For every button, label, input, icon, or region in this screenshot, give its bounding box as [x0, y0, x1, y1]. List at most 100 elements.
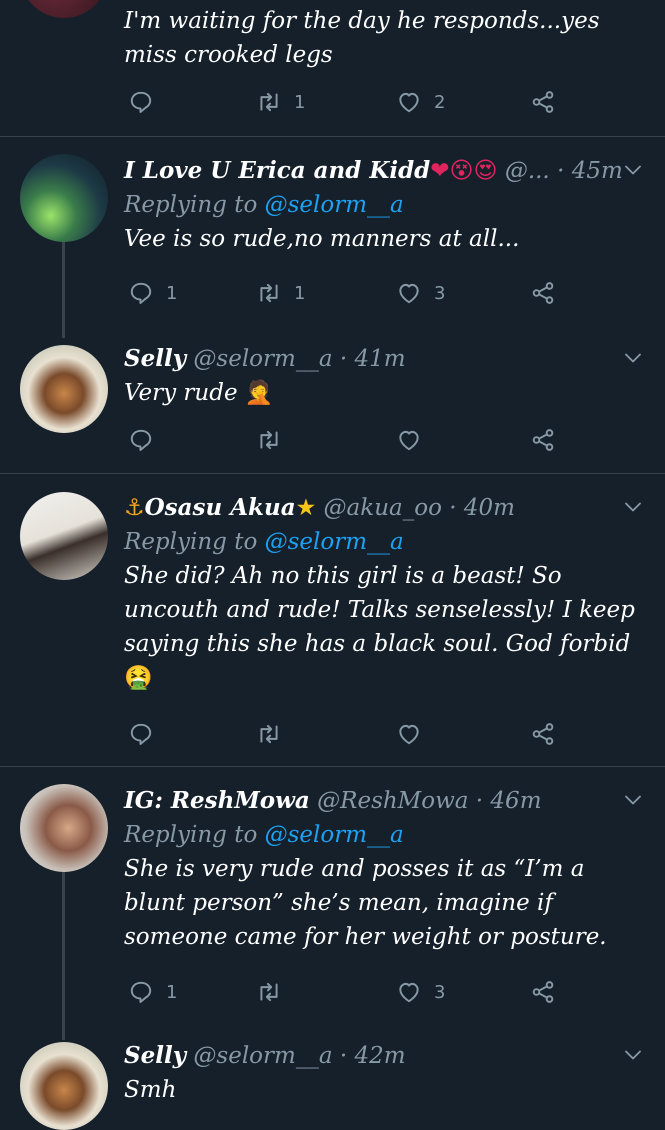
timestamp[interactable]: 45m	[572, 158, 623, 184]
reply-button[interactable]	[128, 87, 166, 117]
separator-dot: ·	[339, 1043, 348, 1069]
user-handle[interactable]: @ReshMowa	[317, 788, 468, 814]
retweet-button[interactable]	[256, 425, 282, 455]
avatar[interactable]	[20, 154, 108, 242]
retweet-icon	[256, 280, 282, 306]
tweet[interactable]: I Love U Erica and Kidd❤😵😍 @... · 45m Re…	[0, 137, 665, 337]
tweet[interactable]: Selly @selorm__a · 42m Smh	[0, 1037, 665, 1130]
chevron-down-icon[interactable]	[621, 495, 645, 519]
chevron-down-icon[interactable]	[621, 158, 645, 182]
share-button[interactable]	[530, 719, 556, 749]
retweet-button[interactable]: 1	[256, 87, 305, 117]
retweet-count: 1	[294, 91, 306, 113]
timestamp[interactable]: 40m	[464, 495, 515, 521]
display-name[interactable]: IG: ReshMowa	[124, 787, 310, 814]
reply-button[interactable]: 1	[128, 278, 177, 308]
tweet-text: Very rude 🤦	[124, 376, 645, 410]
like-icon	[396, 721, 422, 747]
retweet-icon	[256, 89, 282, 115]
share-button[interactable]	[530, 278, 556, 308]
reply-button[interactable]: 1	[128, 977, 177, 1007]
share-button[interactable]	[530, 425, 556, 455]
reply-count: 1	[166, 981, 178, 1003]
mention-link[interactable]: @selorm__a	[265, 192, 404, 218]
tweet[interactable]: IG: ReshMowa @ReshMowa · 46m Replying to…	[0, 767, 665, 1037]
separator-dot: ·	[339, 346, 348, 372]
tweet-header: ⚓Osasu Akua★ @akua_oo · 40m	[124, 491, 645, 525]
tweet-actions: 1 3	[124, 977, 564, 1007]
like-button[interactable]: 2	[396, 87, 445, 117]
tweet-text: She did? Ah no this girl is a beast! So …	[124, 559, 645, 695]
tweet-actions: 1 2	[124, 87, 564, 117]
tweet-text: Vee is so rude,no manners at all...	[124, 226, 520, 252]
user-handle[interactable]: @selorm__a	[193, 1043, 332, 1069]
like-button[interactable]: 3	[396, 977, 445, 1007]
display-name[interactable]: I Love U Erica and Kidd	[124, 157, 430, 184]
tweet[interactable]: ⚓Osasu Akua★ @akua_oo · 40m Replying to …	[0, 474, 665, 766]
share-button[interactable]	[530, 977, 556, 1007]
reply-icon	[128, 280, 154, 306]
tweet[interactable]: Selly @selorm__a · 41m Very rude 🤦	[0, 337, 665, 473]
share-icon	[530, 979, 556, 1005]
chevron-down-icon[interactable]	[621, 1043, 645, 1067]
tweet-text: She is very rude and posses it as “I’m a…	[124, 856, 607, 950]
retweet-button[interactable]: 1	[256, 278, 305, 308]
share-button[interactable]	[530, 87, 556, 117]
mention-link[interactable]: @selorm__a	[265, 822, 404, 848]
like-button[interactable]	[396, 719, 422, 749]
display-name[interactable]: Selly	[124, 1042, 186, 1069]
replying-label: Replying to	[124, 529, 258, 555]
replying-to: Replying to @selorm__a	[124, 188, 645, 222]
retweet-icon	[256, 427, 282, 453]
chevron-down-icon[interactable]	[621, 346, 645, 370]
reply-button[interactable]	[128, 719, 154, 749]
name-emoji: ❤😵😍	[430, 158, 498, 184]
timestamp[interactable]: 42m	[354, 1043, 405, 1069]
display-name[interactable]: Selly	[124, 345, 186, 372]
share-icon	[530, 427, 556, 453]
display-name[interactable]: Osasu Akua	[145, 494, 296, 521]
timestamp[interactable]: 41m	[354, 346, 405, 372]
share-icon	[530, 721, 556, 747]
user-handle[interactable]: @akua_oo	[324, 495, 442, 521]
retweet-count: 1	[294, 282, 306, 304]
avatar[interactable]	[20, 0, 108, 18]
retweet-button[interactable]	[256, 719, 282, 749]
retweet-icon	[256, 721, 282, 747]
like-count: 3	[434, 981, 446, 1003]
avatar[interactable]	[20, 492, 108, 580]
replying-label: Replying to	[124, 822, 258, 848]
user-handle[interactable]: @selorm__a	[193, 346, 332, 372]
tweet-text-body: Very rude	[124, 380, 238, 406]
like-button[interactable]	[396, 425, 422, 455]
name-emoji: ★	[295, 495, 317, 521]
replying-to: Replying to @selorm__a	[124, 818, 645, 852]
reply-icon	[128, 721, 154, 747]
tweet-header: IG: ReshMowa @ReshMowa · 46m	[124, 784, 645, 818]
mention-link[interactable]: @selorm__a	[265, 529, 404, 555]
retweet-button[interactable]	[256, 977, 294, 1007]
like-button[interactable]: 3	[396, 278, 445, 308]
reply-icon	[128, 979, 154, 1005]
reply-icon	[128, 89, 154, 115]
like-icon	[396, 979, 422, 1005]
tweet-header: Selly @selorm__a · 41m	[124, 342, 645, 376]
reply-button[interactable]	[128, 425, 154, 455]
share-icon	[530, 89, 556, 115]
tweet-actions	[124, 719, 564, 749]
user-handle[interactable]: @...	[505, 158, 550, 184]
like-count: 3	[434, 282, 446, 304]
text-emoji: 🤮	[124, 665, 153, 691]
separator-dot: ·	[475, 788, 484, 814]
like-icon	[396, 89, 422, 115]
avatar[interactable]	[20, 784, 108, 872]
tweet-text: I'm waiting for the day he responds...ye…	[124, 8, 600, 68]
name-prefix-emoji: ⚓	[124, 495, 145, 521]
chevron-down-icon[interactable]	[621, 788, 645, 812]
share-icon	[530, 280, 556, 306]
timestamp[interactable]: 46m	[490, 788, 541, 814]
avatar[interactable]	[20, 1042, 108, 1130]
tweet[interactable]: I'm waiting for the day he responds...ye…	[0, 0, 665, 136]
replying-label: Replying to	[124, 192, 258, 218]
avatar[interactable]	[20, 345, 108, 433]
